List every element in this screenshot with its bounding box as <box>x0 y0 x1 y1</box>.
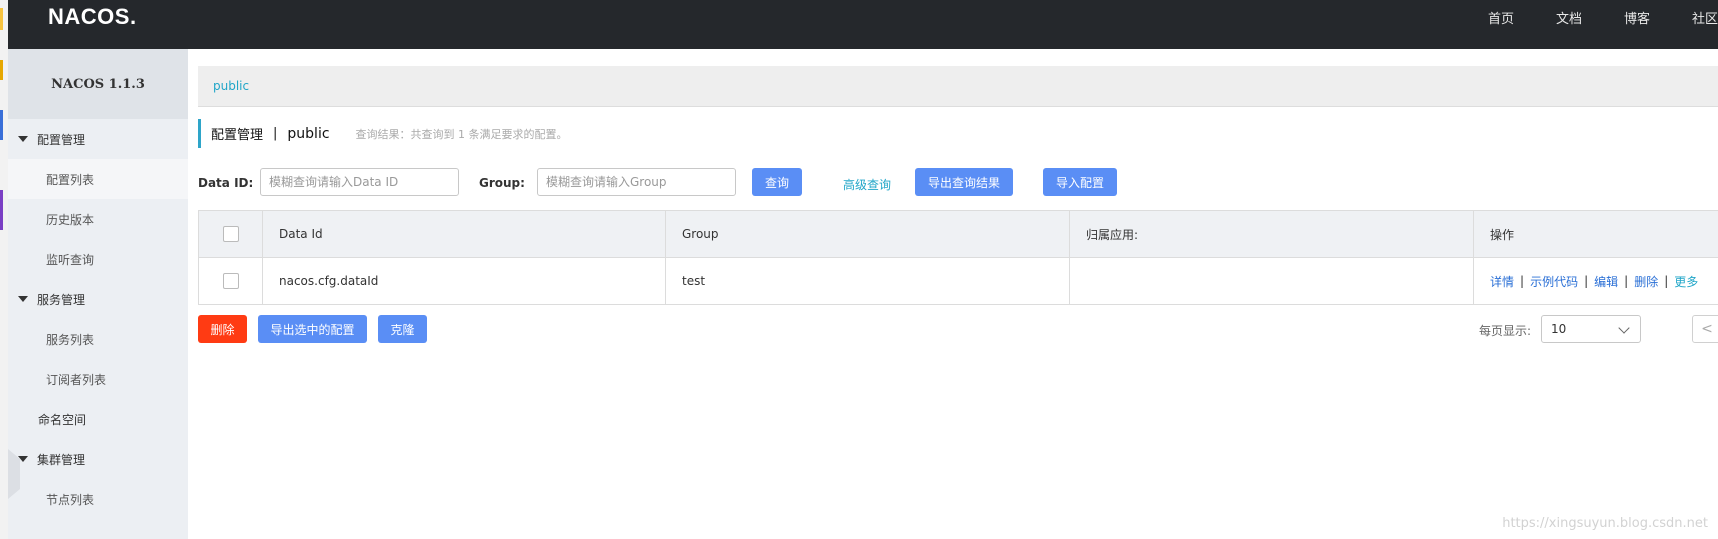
top-nav: 首页 文档 博客 社区 <box>1446 8 1718 27</box>
caret-down-icon <box>18 296 28 302</box>
nav-home[interactable]: 首页 <box>1488 8 1514 27</box>
caret-down-icon <box>18 136 28 142</box>
top-header: NACOS. 首页 文档 博客 社区 <box>8 0 1718 49</box>
strip-mark <box>0 110 3 140</box>
sidebar-group-service[interactable]: 服务管理 <box>8 279 188 319</box>
action-separator: | <box>1664 274 1669 288</box>
sidebar-group-label: 服务管理 <box>37 292 86 307</box>
more-link[interactable]: 更多 <box>1674 273 1698 290</box>
sidebar-item-listener-query[interactable]: 监听查询 <box>8 239 188 279</box>
nav-community[interactable]: 社区 <box>1692 8 1718 27</box>
page: NACOS. 首页 文档 博客 社区 NACOS 1.1.3 配置管理 配置列表… <box>0 0 1718 539</box>
nav-docs[interactable]: 文档 <box>1556 8 1582 27</box>
advanced-query-link[interactable]: 高级查询 <box>843 176 891 193</box>
per-page-value: 10 <box>1551 322 1567 336</box>
per-page-select[interactable]: 10 <box>1541 315 1641 343</box>
nacos-logo[interactable]: NACOS. <box>48 4 137 30</box>
sidebar-item-history[interactable]: 历史版本 <box>8 199 188 239</box>
select-all-checkbox[interactable] <box>222 226 239 242</box>
column-header-dataid: Data Id <box>263 211 666 257</box>
delete-selected-button[interactable]: 删除 <box>198 315 247 343</box>
nav-blog[interactable]: 博客 <box>1624 8 1650 27</box>
column-header-group: Group <box>666 211 1070 257</box>
cell-dataid: nacos.cfg.dataId <box>263 258 666 304</box>
table-row: nacos.cfg.dataId test 详情 | 示例代码 | 编辑 | 删… <box>198 258 1718 305</box>
page-title: 配置管理 | public 查询结果：共查询到 1 条满足要求的配置。 <box>198 119 568 148</box>
import-config-button[interactable]: 导入配置 <box>1043 168 1117 196</box>
strip-mark <box>0 190 3 230</box>
strip-mark <box>0 8 3 30</box>
clone-button[interactable]: 克隆 <box>378 315 427 343</box>
namespace-link-public[interactable]: public <box>213 79 249 93</box>
action-separator: | <box>1584 274 1589 288</box>
page-title-separator: | <box>273 126 278 141</box>
edit-link[interactable]: 编辑 <box>1594 273 1618 290</box>
sample-code-link[interactable]: 示例代码 <box>1530 273 1578 290</box>
sidebar-item-namespace[interactable]: 命名空间 <box>8 399 188 439</box>
sidebar-group-label: 集群管理 <box>37 452 86 467</box>
column-header-actions: 操作 <box>1490 227 1515 242</box>
adjacent-window-strip <box>0 0 8 539</box>
column-header-app: 归属应用: <box>1070 211 1474 257</box>
table-header: Data Id Group 归属应用: 操作 <box>198 211 1718 258</box>
watermark: https://xingsuyun.blog.csdn.net <box>1502 516 1708 531</box>
prev-page-button[interactable]: < <box>1692 315 1718 343</box>
sidebar-title: NACOS 1.1.3 <box>8 49 188 119</box>
bottom-toolbar: 删除 导出选中的配置 克隆 每页显示: 10 < <box>198 315 1718 343</box>
sidebar-item-config-list[interactable]: 配置列表 <box>8 159 188 199</box>
export-results-button[interactable]: 导出查询结果 <box>915 168 1013 196</box>
config-table: Data Id Group 归属应用: 操作 nacos.cfg.dataId … <box>198 210 1718 305</box>
export-selected-button[interactable]: 导出选中的配置 <box>258 315 367 343</box>
group-label: Group: <box>479 176 525 190</box>
cell-app <box>1070 258 1474 304</box>
query-button[interactable]: 查询 <box>752 168 802 196</box>
query-result-text: 查询结果：共查询到 1 条满足要求的配置。 <box>355 127 568 141</box>
page-title-namespace: public <box>287 125 330 142</box>
header-checkbox-cell <box>198 211 263 257</box>
strip-mark <box>0 60 3 80</box>
cell-actions: 详情 | 示例代码 | 编辑 | 删除 | 更多 <box>1474 258 1718 304</box>
dataid-label: Data ID: <box>198 176 254 190</box>
action-separator: | <box>1520 274 1525 288</box>
row-checkbox[interactable] <box>222 273 239 289</box>
sidebar-group-config[interactable]: 配置管理 <box>8 119 188 159</box>
chevron-left-icon: < <box>1701 321 1713 337</box>
namespace-bar: public <box>198 66 1718 107</box>
search-bar: Data ID: Group: 查询 高级查询 导出查询结果 导入配置 <box>198 168 1718 198</box>
group-search-input[interactable] <box>537 168 736 196</box>
row-checkbox-cell <box>198 258 263 304</box>
page-title-main: 配置管理 <box>211 128 264 143</box>
cell-group: test <box>666 258 1070 304</box>
sidebar-group-cluster[interactable]: 集群管理 <box>8 439 188 479</box>
main-content: public 配置管理 | public 查询结果：共查询到 1 条满足要求的配… <box>198 49 1718 539</box>
sidebar-item-node-list[interactable]: 节点列表 <box>8 479 188 519</box>
sidebar-group-label: 配置管理 <box>37 132 86 147</box>
delete-link[interactable]: 删除 <box>1634 273 1658 290</box>
per-page-label: 每页显示: <box>1479 324 1532 338</box>
sidebar-item-subscriber-list[interactable]: 订阅者列表 <box>8 359 188 399</box>
detail-link[interactable]: 详情 <box>1490 273 1514 290</box>
action-separator: | <box>1624 274 1629 288</box>
chevron-down-icon <box>1618 322 1630 334</box>
sidebar: NACOS 1.1.3 配置管理 配置列表 历史版本 监听查询 服务管理 服务列… <box>8 49 188 539</box>
sidebar-item-service-list[interactable]: 服务列表 <box>8 319 188 359</box>
dataid-search-input[interactable] <box>260 168 459 196</box>
